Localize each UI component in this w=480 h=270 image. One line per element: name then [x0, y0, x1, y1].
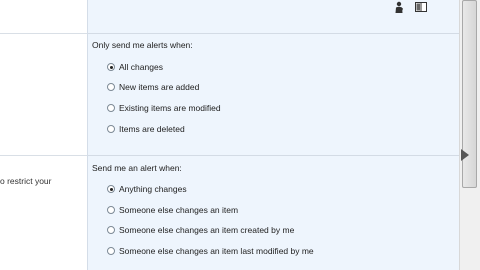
vertical-scrollbar[interactable] — [459, 0, 480, 270]
option-label: Someone else changes an item created by … — [119, 225, 295, 235]
left-column: o restrict your — [0, 0, 87, 270]
option-changes-item-created-by-me[interactable]: Someone else changes an item created by … — [107, 224, 294, 236]
person-icon[interactable] — [395, 1, 403, 13]
option-label: All changes — [119, 62, 163, 72]
section-separator-top — [88, 33, 460, 34]
radio-anything-changes[interactable] — [107, 185, 115, 193]
option-label: New items are added — [119, 82, 200, 92]
radio-someone-else-changes-item[interactable] — [107, 206, 115, 214]
radio-items-deleted[interactable] — [107, 125, 115, 133]
mouse-cursor-icon — [461, 149, 469, 161]
option-label: Someone else changes an item — [119, 205, 239, 215]
book-icon[interactable] — [415, 2, 427, 12]
section-separator-middle — [88, 155, 460, 156]
options-panel: Only send me alerts when: All changes Ne… — [87, 0, 460, 270]
radio-changes-item-created-by-me[interactable] — [107, 226, 115, 234]
radio-changes-item-last-modified-by-me[interactable] — [107, 247, 115, 255]
section-description: o restrict your — [0, 176, 52, 186]
radio-all-changes[interactable] — [107, 63, 115, 71]
option-someone-else-changes-item[interactable]: Someone else changes an item — [107, 204, 238, 216]
option-anything-changes[interactable]: Anything changes — [107, 183, 187, 195]
send-alert-when-label: Send me an alert when: — [92, 163, 182, 173]
option-label: Items are deleted — [119, 124, 185, 134]
option-label: Someone else changes an item last modifi… — [119, 246, 314, 256]
option-changes-item-last-modified-by-me[interactable]: Someone else changes an item last modifi… — [107, 245, 314, 257]
radio-new-items-added[interactable] — [107, 83, 115, 91]
left-divider — [0, 33, 87, 34]
radio-existing-items-modified[interactable] — [107, 104, 115, 112]
option-label: Existing items are modified — [119, 103, 221, 113]
option-existing-items-modified[interactable]: Existing items are modified — [107, 102, 221, 114]
option-new-items-added[interactable]: New items are added — [107, 81, 199, 93]
only-send-alerts-label: Only send me alerts when: — [92, 40, 193, 50]
left-divider-2 — [0, 155, 87, 156]
option-items-deleted[interactable]: Items are deleted — [107, 123, 185, 135]
option-all-changes[interactable]: All changes — [107, 61, 163, 73]
option-label: Anything changes — [119, 184, 187, 194]
